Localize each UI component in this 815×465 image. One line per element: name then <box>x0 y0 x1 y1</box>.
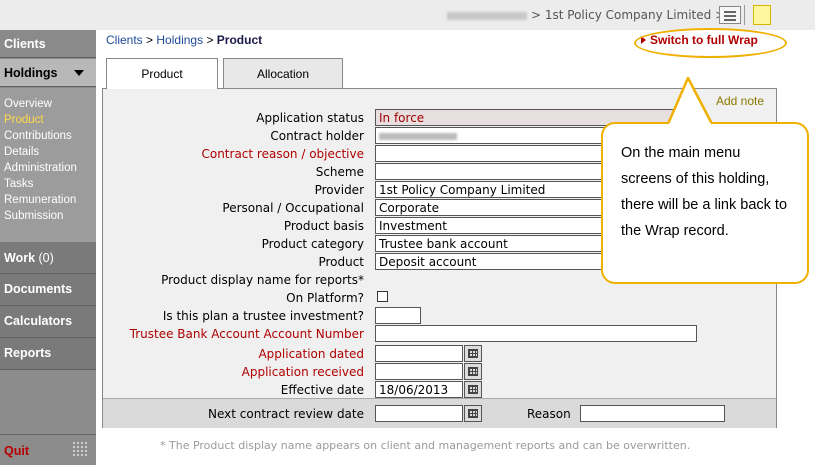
label-on-platform: On Platform? <box>286 291 364 305</box>
row-effective-date: Effective date 18/06/2013 <box>103 381 776 399</box>
menu-tasks[interactable]: Tasks <box>0 176 96 192</box>
sidebar: Clients Holdings Overview Product Contri… <box>0 30 96 465</box>
label-contract-reason: Contract reason / objective <box>201 147 364 161</box>
menu-remuneration[interactable]: Remuneration <box>0 192 96 208</box>
row-trustee-investment: Is this plan a trustee investment? <box>103 307 776 325</box>
breadcrumb-current: Product <box>216 33 263 47</box>
label-scheme: Scheme <box>315 165 364 179</box>
label-product-basis: Product basis <box>283 219 364 233</box>
top-bar: > 1st Policy Company Limited > > <box>0 0 815 30</box>
reason-field[interactable] <box>580 405 725 422</box>
blurred-client-name <box>447 11 527 20</box>
callout-text: On the main menu screens of this holding… <box>621 145 788 239</box>
calendar-icon[interactable] <box>464 363 482 380</box>
label-product-category: Product category <box>261 237 364 251</box>
top-breadcrumb-text[interactable]: > 1st Policy Company Limited > > <box>531 8 739 22</box>
quit-button[interactable]: Quit <box>0 434 96 465</box>
application-dated-field[interactable] <box>375 345 463 362</box>
row-on-platform: On Platform? <box>103 289 776 307</box>
separator <box>744 5 745 25</box>
top-breadcrumb: > 1st Policy Company Limited > > <box>447 8 739 22</box>
breadcrumb-separator: > <box>146 33 154 47</box>
tab-product[interactable]: Product <box>106 58 218 89</box>
effective-date-field[interactable]: 18/06/2013 <box>375 381 463 398</box>
row-next-review: Next contract review date Reason <box>103 405 776 423</box>
highlight-oval <box>634 28 787 58</box>
tab-allocation[interactable]: Allocation <box>223 58 343 88</box>
caret-down-icon <box>74 70 84 76</box>
list-view-icon[interactable] <box>719 6 741 24</box>
label-personal-occupational: Personal / Occupational <box>222 201 364 215</box>
add-note-link[interactable]: Add note <box>716 94 764 108</box>
menu-contributions[interactable]: Contributions <box>0 128 96 144</box>
sidebar-work[interactable]: Work (0) <box>0 242 96 274</box>
sticky-note-icon[interactable] <box>753 5 771 25</box>
label-trustee-investment: Is this plan a trustee investment? <box>162 309 364 323</box>
label-display-name: Product display name for reports* <box>161 273 364 287</box>
sidebar-clients[interactable]: Clients <box>0 30 96 58</box>
label-effective-date: Effective date <box>280 383 364 397</box>
grip-icon <box>72 441 88 457</box>
callout-box: On the main menu screens of this holding… <box>601 122 809 284</box>
calendar-icon[interactable] <box>464 405 482 422</box>
sidebar-work-label: Work <box>4 251 36 265</box>
blurred-holder-name <box>379 133 457 140</box>
sidebar-documents[interactable]: Documents <box>0 274 96 306</box>
breadcrumb: Clients > Holdings > Product <box>106 33 262 47</box>
trustee-bank-account-field[interactable] <box>375 325 697 342</box>
menu-administration[interactable]: Administration <box>0 160 96 176</box>
label-provider: Provider <box>314 183 364 197</box>
trustee-investment-field[interactable] <box>375 307 421 324</box>
sidebar-holdings-label: Holdings <box>4 66 58 80</box>
label-next-review: Next contract review date <box>208 407 364 421</box>
label-trustee-bank-account: Trustee Bank Account Account Number <box>129 327 364 341</box>
label-application-received: Application received <box>241 365 364 379</box>
sidebar-work-count: (0) <box>38 251 54 265</box>
next-review-field[interactable] <box>375 405 463 422</box>
sidebar-holdings[interactable]: Holdings <box>0 59 96 87</box>
row-trustee-bank-account: Trustee Bank Account Account Number <box>103 325 776 343</box>
sidebar-reports[interactable]: Reports <box>0 338 96 370</box>
label-contract-holder: Contract holder <box>270 129 364 143</box>
label-application-status: Application status <box>256 111 364 125</box>
quit-label: Quit <box>4 444 29 458</box>
row-application-received: Application received <box>103 363 776 381</box>
menu-overview[interactable]: Overview <box>0 96 96 112</box>
footnote: * The Product display name appears on cl… <box>160 439 691 452</box>
sidebar-calculators[interactable]: Calculators <box>0 306 96 338</box>
calendar-icon[interactable] <box>464 345 482 362</box>
review-date-bar: Next contract review date Reason <box>103 398 776 428</box>
breadcrumb-separator: > <box>206 33 214 47</box>
row-application-dated: Application dated <box>103 345 776 363</box>
application-received-field[interactable] <box>375 363 463 380</box>
menu-product[interactable]: Product <box>0 112 96 128</box>
label-product: Product <box>318 255 364 269</box>
breadcrumb-clients[interactable]: Clients <box>106 33 143 47</box>
menu-submission[interactable]: Submission <box>0 208 96 224</box>
calendar-icon[interactable] <box>464 381 482 398</box>
label-application-dated: Application dated <box>258 347 364 361</box>
breadcrumb-holdings[interactable]: Holdings <box>156 33 203 47</box>
label-reason: Reason <box>527 407 571 421</box>
menu-details[interactable]: Details <box>0 144 96 160</box>
on-platform-checkbox[interactable] <box>377 291 388 302</box>
